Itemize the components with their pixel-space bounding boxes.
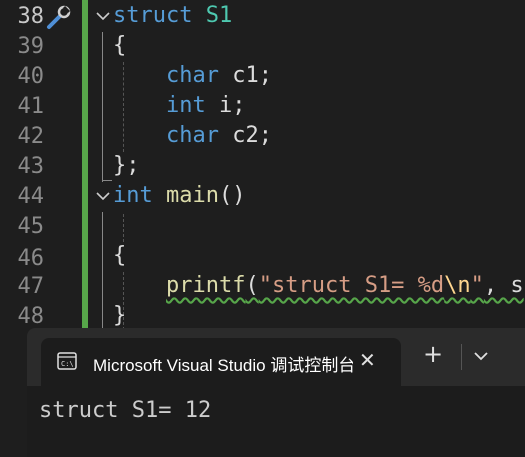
escape-sequence: \n: [444, 273, 471, 298]
code-line-40: char c1;: [166, 61, 272, 91]
code-text: (: [245, 273, 259, 298]
line-number: 39: [17, 34, 45, 59]
fold-chevron-icon[interactable]: [95, 188, 111, 208]
fold-chevron-icon[interactable]: [95, 8, 111, 28]
code-line-38: struct S1: [113, 1, 232, 31]
scope-line: [102, 212, 103, 330]
svg-text:C:\: C:\: [61, 360, 74, 368]
string-literal: "struct S1= %d: [258, 273, 445, 298]
line-number: 42: [17, 124, 45, 149]
line-number: 46: [17, 246, 45, 271]
code-text: (): [218, 183, 246, 208]
code-line-43: };: [113, 153, 140, 178]
keyword: char: [166, 123, 219, 148]
code-line-44: int main(): [113, 181, 245, 211]
code-text: , s: [483, 273, 524, 298]
code-line-47: printf("struct S1= %d\n", s: [166, 271, 524, 301]
divider: [461, 344, 462, 370]
console-tab[interactable]: C:\ Microsoft Visual Studio 调试控制台 ✕: [41, 338, 401, 386]
line-number: 38: [17, 4, 45, 29]
type-name: S1: [205, 3, 233, 28]
line-number: 43: [17, 154, 45, 179]
close-tab-button[interactable]: ✕: [359, 348, 376, 372]
line-number: 47: [17, 274, 45, 299]
function-name: main: [166, 183, 219, 208]
line-number: 45: [17, 214, 45, 239]
scope-line: [102, 32, 103, 182]
wrench-icon[interactable]: [46, 4, 72, 30]
code-line-48: }: [113, 303, 127, 328]
console-tab-title: Microsoft Visual Studio 调试控制台: [93, 356, 353, 375]
line-number: 48: [17, 304, 45, 329]
keyword: struct: [113, 3, 193, 28]
chevron-down-icon[interactable]: [471, 346, 491, 366]
keyword: char: [166, 63, 219, 88]
console-output: struct S1= 12: [39, 398, 212, 423]
terminal-icon: C:\: [57, 352, 77, 370]
code-text: i;: [205, 93, 246, 118]
string-literal: ": [470, 273, 484, 298]
code-line-46: {: [113, 243, 127, 268]
function-name: printf: [166, 273, 246, 298]
change-indicator-bar: [82, 0, 88, 330]
code-text: c2;: [218, 123, 272, 148]
console-tab-bar: C:\ Microsoft Visual Studio 调试控制台 ✕ +: [27, 328, 525, 386]
code-text: c1;: [218, 63, 272, 88]
line-number: 40: [17, 64, 45, 89]
line-number: 44: [17, 184, 45, 209]
code-line-41: int i;: [166, 91, 246, 121]
keyword: int: [166, 93, 206, 118]
indent-guide: [123, 214, 124, 242]
new-tab-button[interactable]: +: [423, 342, 443, 366]
keyword: int: [113, 183, 153, 208]
debug-console-window: C:\ Microsoft Visual Studio 调试控制台 ✕ + st…: [27, 328, 525, 457]
code-line-42: char c2;: [166, 121, 272, 151]
scope-line: [102, 180, 112, 181]
code-line-39: {: [113, 33, 127, 58]
indent-guide: [123, 62, 124, 152]
line-number: 41: [17, 94, 45, 119]
code-editor[interactable]: 38 39 40 41 42 43 44 45 46 47 48 struct …: [0, 0, 525, 330]
